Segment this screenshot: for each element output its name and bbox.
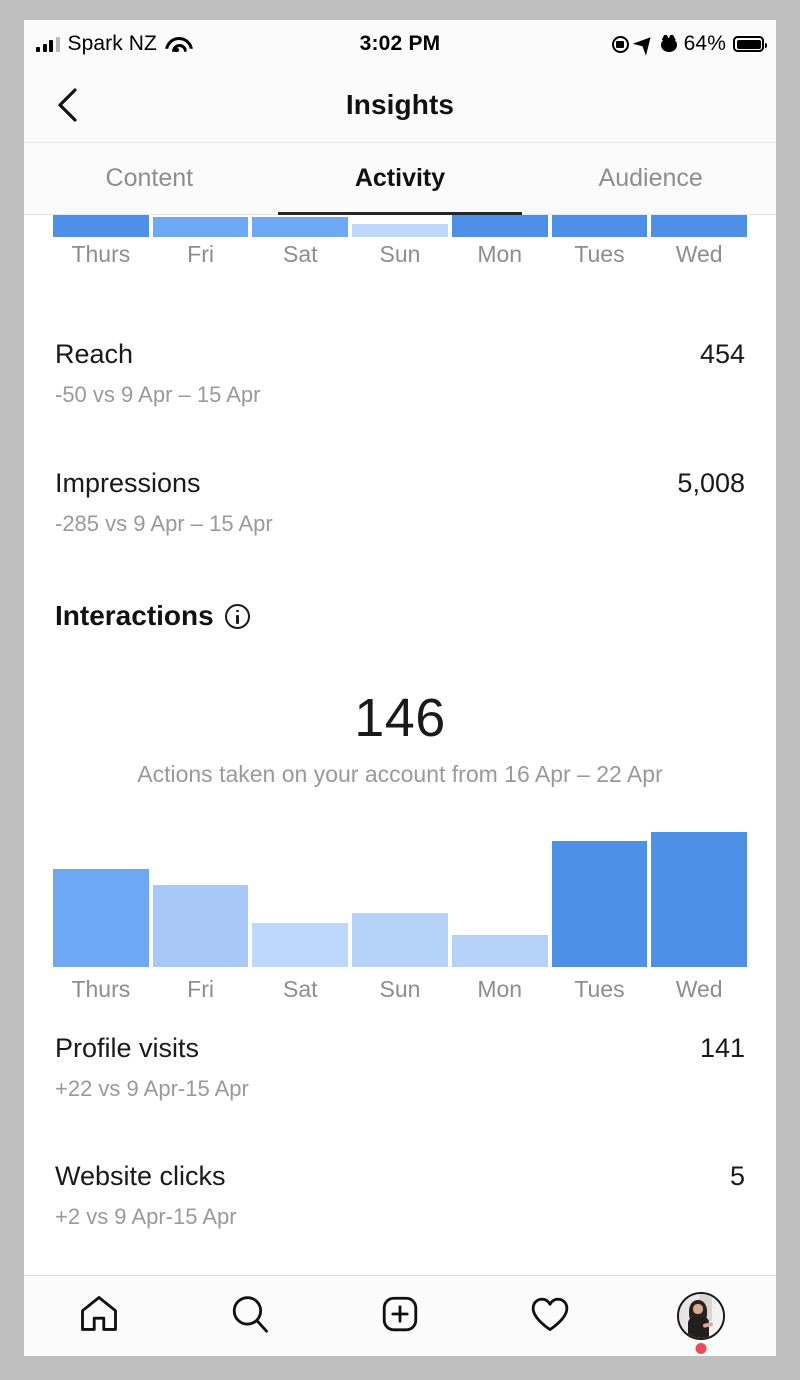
- info-circle-icon[interactable]: [224, 603, 250, 629]
- interactions-chart-bars: [53, 831, 748, 967]
- bar-fri[interactable]: [152, 217, 249, 237]
- notification-dot: [695, 1343, 707, 1354]
- tab-activity[interactable]: Activity: [275, 143, 526, 214]
- nav-activity[interactable]: [475, 1276, 625, 1356]
- axis-label-wed: Wed: [675, 241, 723, 267]
- carrier-label: Spark NZ: [67, 32, 157, 55]
- bar-wed[interactable]: [651, 832, 748, 967]
- bar-thurs[interactable]: [53, 869, 149, 967]
- nav-header: Insights: [24, 68, 776, 143]
- impressions-chart-cutoff: Thurs Fri Sat Sun Mon Tues Wed: [24, 215, 776, 290]
- rotation-lock-icon: [611, 35, 629, 53]
- add-post-icon: [378, 1292, 422, 1341]
- bar-sun[interactable]: [352, 913, 448, 967]
- search-icon: [228, 1292, 272, 1341]
- axis-label-sat: Sat: [283, 976, 318, 1002]
- insights-content: Thurs Fri Sat Sun Mon Tues Wed Reach 454…: [24, 215, 776, 1230]
- impressions-chart-labels: Thurs Fri Sat Sun Mon Tues Wed: [53, 241, 747, 268]
- metric-value-impressions: 5,008: [677, 468, 745, 498]
- battery-icon: [733, 36, 767, 52]
- home-icon: [77, 1292, 121, 1341]
- interactions-subtitle: Actions taken on your account from 16 Ap…: [137, 761, 663, 787]
- signal-bars-icon: [36, 36, 60, 52]
- profile-avatar: [676, 1292, 725, 1340]
- interactions-chart: Thurs Fri Sat Sun Mon Tues Wed: [24, 831, 776, 1011]
- nav-search[interactable]: [174, 1276, 324, 1356]
- axis-label-wed: Wed: [675, 976, 723, 1002]
- axis-label-tues: Tues: [574, 976, 625, 1002]
- alarm-clock-icon: [660, 36, 677, 52]
- bar-fri[interactable]: [152, 885, 249, 967]
- metric-label-website-clicks: Website clicks: [55, 1161, 226, 1191]
- metric-sub-profile-visits: +22 vs 9 Apr-15 Apr: [55, 1076, 249, 1101]
- axis-label-mon: Mon: [477, 241, 523, 267]
- bar-tues[interactable]: [551, 841, 648, 967]
- page-title: Insights: [345, 89, 455, 120]
- metric-row-profile-visits[interactable]: Profile visits 141 +22 vs 9 Apr-15 Apr: [24, 1033, 776, 1102]
- battery-percent-label: 64%: [683, 32, 726, 55]
- phone-screen: Spark NZ 3:02 PM 64% Insights Content Ac…: [24, 20, 776, 1356]
- wifi-icon: [165, 36, 187, 52]
- axis-label-fri: Fri: [187, 976, 214, 1002]
- bar-sun[interactable]: [352, 224, 448, 237]
- axis-label-sat: Sat: [283, 241, 318, 267]
- tab-audience[interactable]: Audience: [525, 143, 776, 214]
- back-chevron-icon[interactable]: [50, 88, 84, 122]
- metric-row-reach[interactable]: Reach 454 -50 vs 9 Apr – 15 Apr: [24, 339, 776, 408]
- insights-tabs: Content Activity Audience: [24, 143, 776, 215]
- axis-label-sun: Sun: [379, 976, 421, 1002]
- metric-sub-reach: -50 vs 9 Apr – 15 Apr: [55, 382, 261, 407]
- axis-label-fri: Fri: [187, 241, 214, 267]
- nav-add-post[interactable]: [325, 1276, 475, 1356]
- bar-mon[interactable]: [451, 935, 548, 967]
- metric-value-reach: 454: [699, 339, 745, 369]
- metric-label-reach: Reach: [55, 339, 134, 369]
- status-bar-left: Spark NZ: [36, 20, 187, 68]
- axis-label-sun: Sun: [379, 241, 421, 267]
- heart-icon: [528, 1292, 572, 1341]
- nav-profile[interactable]: [626, 1276, 776, 1356]
- status-bar-right: 64%: [611, 20, 767, 68]
- tab-content[interactable]: Content: [24, 143, 275, 214]
- interactions-chart-labels: Thurs Fri Sat Sun Mon Tues Wed: [53, 976, 747, 1003]
- metric-label-profile-visits: Profile visits: [55, 1033, 200, 1063]
- bar-mon[interactable]: [451, 215, 548, 237]
- axis-label-tues: Tues: [574, 241, 625, 267]
- status-bar: Spark NZ 3:02 PM 64%: [24, 20, 776, 68]
- bar-sat[interactable]: [252, 217, 349, 237]
- metric-row-website-clicks[interactable]: Website clicks 5 +2 vs 9 Apr-15 Apr: [24, 1161, 776, 1230]
- axis-label-mon: Mon: [477, 976, 523, 1002]
- bottom-nav-bar: [24, 1275, 776, 1356]
- interactions-header: Interactions: [24, 600, 776, 632]
- metric-value-website-clicks: 5: [729, 1161, 745, 1191]
- nav-home[interactable]: [24, 1276, 174, 1356]
- metric-sub-website-clicks: +2 vs 9 Apr-15 Apr: [55, 1204, 237, 1229]
- metric-row-impressions[interactable]: Impressions 5,008 -285 vs 9 Apr – 15 Apr: [24, 468, 776, 537]
- bar-sat[interactable]: [252, 923, 349, 967]
- bar-thurs[interactable]: [53, 215, 149, 237]
- metric-sub-impressions: -285 vs 9 Apr – 15 Apr: [55, 511, 273, 536]
- impressions-chart-bars: [53, 215, 748, 237]
- location-arrow-icon: [632, 31, 657, 56]
- section-title-interactions: Interactions: [55, 600, 214, 631]
- axis-label-thurs: Thurs: [71, 241, 131, 267]
- bar-wed[interactable]: [651, 215, 748, 237]
- interactions-total: 146: [354, 688, 446, 748]
- axis-label-thurs: Thurs: [71, 976, 131, 1002]
- bar-tues[interactable]: [551, 215, 648, 237]
- metric-label-impressions: Impressions: [55, 468, 201, 498]
- metric-value-profile-visits: 141: [699, 1033, 745, 1063]
